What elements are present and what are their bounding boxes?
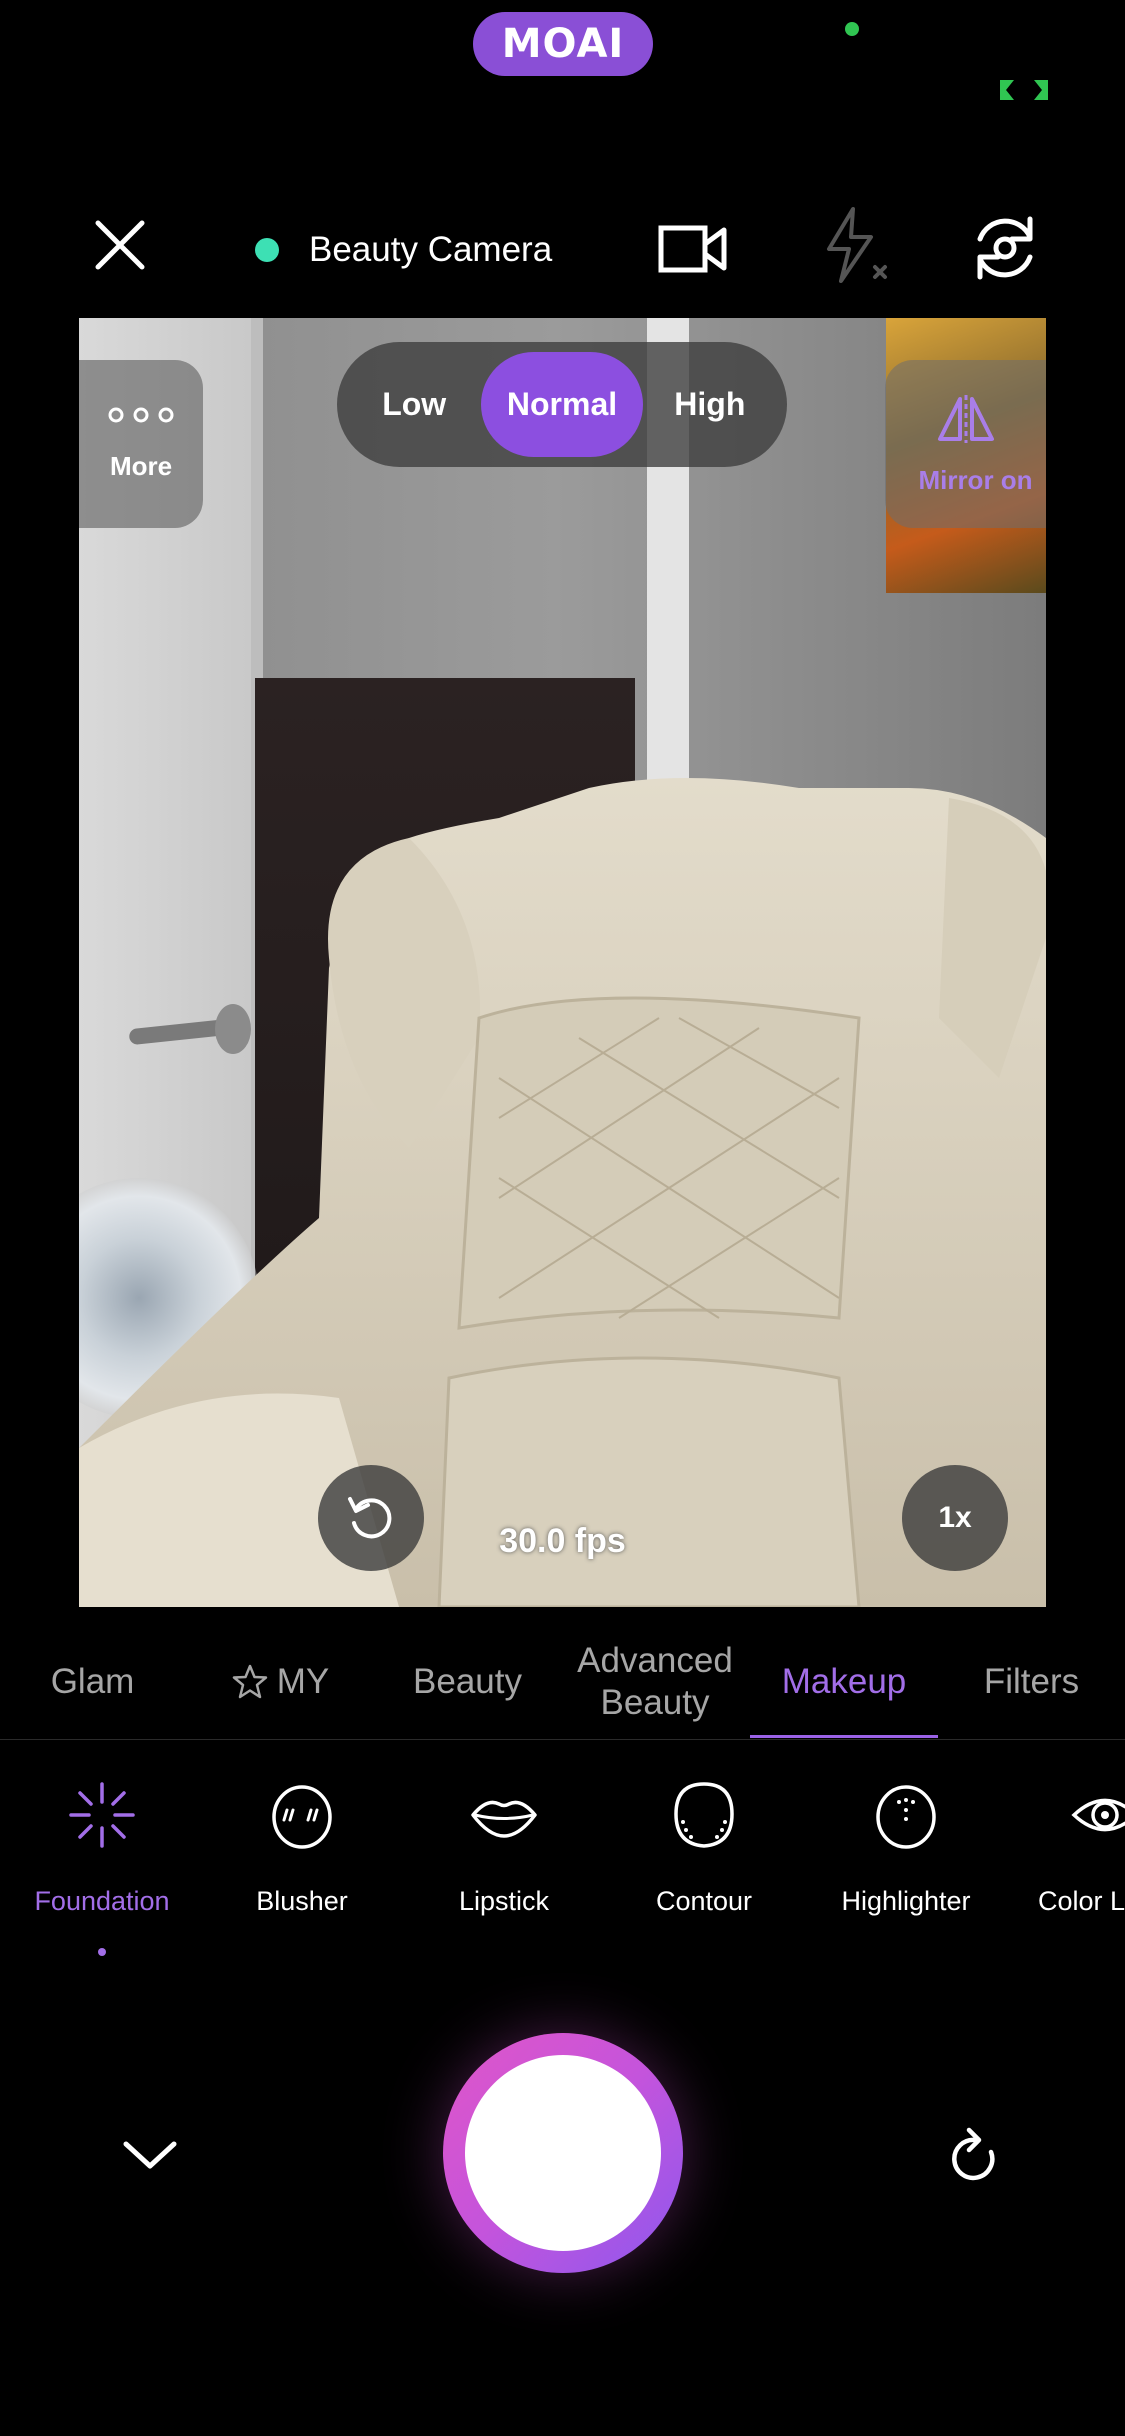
lips-icon <box>471 1800 537 1838</box>
mirror-icon <box>937 394 994 443</box>
tool-label: Blusher <box>256 1886 348 1916</box>
sparkle-icon <box>69 1782 135 1848</box>
video-mode-button[interactable] <box>655 210 731 286</box>
tool-label: Highlighter <box>841 1886 971 1916</box>
zoom-label: 1x <box>938 1501 972 1534</box>
tab-my[interactable]: MY <box>185 1627 375 1737</box>
shutter-inner <box>465 2055 661 2251</box>
tool-color-lens[interactable]: Color L <box>1000 1780 1125 1917</box>
mode-selector[interactable]: Beauty Camera <box>255 220 552 280</box>
intensity-selector: Low Normal High <box>337 342 787 467</box>
fps-readout: 30.0 fps <box>499 1522 626 1560</box>
reset-icon <box>348 1497 392 1539</box>
camera-in-use-dot <box>845 22 859 36</box>
tab-filters[interactable]: Filters <box>938 1627 1125 1737</box>
tab-label: Filters <box>983 1662 1080 1701</box>
blush-face-icon <box>272 1785 332 1849</box>
highlighter-face-icon <box>876 1785 936 1849</box>
eye-icon <box>1071 1798 1125 1832</box>
rotate-right-icon <box>952 2127 995 2181</box>
tool-label: Foundation <box>34 1886 170 1916</box>
tool-highlighter[interactable]: Highlighter <box>806 1780 1006 1917</box>
tab-beauty[interactable]: Beauty <box>375 1627 560 1737</box>
tab-label: Makeup <box>781 1662 907 1701</box>
chevron-down-icon <box>123 2141 177 2169</box>
flash-off-icon <box>827 207 887 283</box>
mirror-toggle[interactable]: Mirror on <box>885 360 1046 528</box>
flash-button[interactable] <box>815 205 895 285</box>
category-tabs: Glam MY Beauty Advanced Beauty Makeup Fi… <box>0 1627 1125 1737</box>
mode-status-dot <box>255 238 279 262</box>
more-dots-icon <box>108 407 174 422</box>
intensity-high[interactable]: High <box>643 352 777 457</box>
tool-contour[interactable]: Contour <box>604 1780 804 1917</box>
tool-label: Contour <box>655 1886 753 1916</box>
tool-label: Color L <box>1038 1886 1125 1916</box>
tab-label: Beauty <box>413 1662 522 1701</box>
app-pill: MOAI <box>473 12 653 76</box>
close-button[interactable] <box>85 205 155 285</box>
tabs-divider <box>0 1739 1125 1740</box>
intensity-normal[interactable]: Normal <box>481 352 643 457</box>
tab-label: Advanced Beauty <box>577 1641 733 1722</box>
switch-camera-button[interactable] <box>962 205 1048 291</box>
active-tab-indicator <box>750 1735 938 1738</box>
mode-label: Beauty Camera <box>309 230 553 269</box>
tab-glam[interactable]: Glam <box>0 1627 185 1737</box>
selected-tool-dot <box>98 1948 106 1956</box>
video-camera-icon <box>658 225 727 273</box>
reset-button[interactable] <box>940 2120 1010 2192</box>
more-label: More <box>109 450 173 481</box>
tab-label: MY <box>276 1662 330 1701</box>
tool-blusher[interactable]: Blusher <box>202 1780 402 1917</box>
shutter-button[interactable] <box>443 2033 683 2273</box>
intensity-low[interactable]: Low <box>347 352 481 457</box>
close-icon <box>95 220 145 270</box>
tab-makeup[interactable]: Makeup <box>750 1627 938 1737</box>
tool-foundation[interactable]: Foundation <box>2 1780 202 1917</box>
more-button[interactable]: More <box>79 360 203 528</box>
battery-icon <box>1000 80 1048 100</box>
tool-label: Lipstick <box>458 1886 550 1916</box>
reset-effects-button[interactable] <box>318 1465 424 1571</box>
tab-label: Glam <box>50 1662 135 1701</box>
collapse-button[interactable] <box>110 2125 190 2185</box>
switch-camera-icon <box>977 216 1033 280</box>
tab-advanced-beauty[interactable]: Advanced Beauty <box>560 1627 750 1737</box>
mirror-label: Mirror on <box>918 464 1033 495</box>
tool-lipstick[interactable]: Lipstick <box>404 1780 604 1917</box>
zoom-button[interactable]: 1x <box>902 1465 1008 1571</box>
star-outline-icon <box>232 1664 267 1699</box>
contour-face-icon <box>674 1782 734 1848</box>
